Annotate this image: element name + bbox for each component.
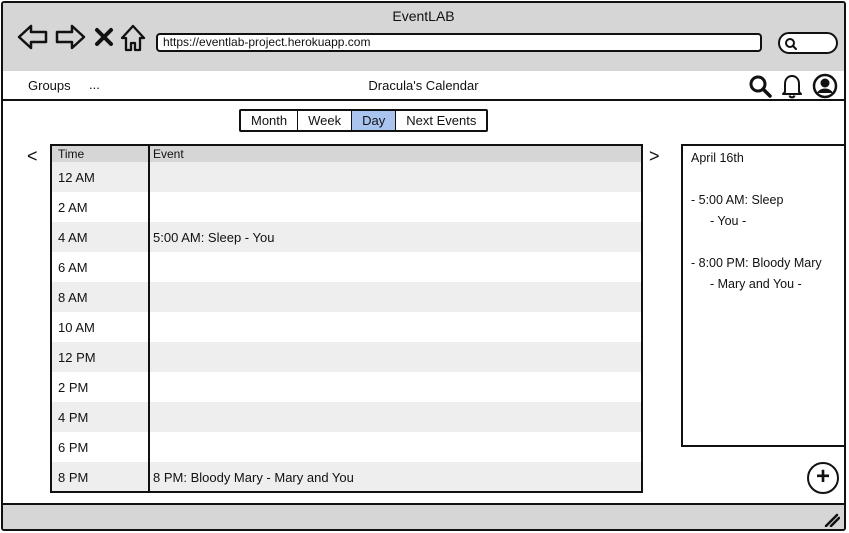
tab-next-events[interactable]: Next Events <box>396 111 487 130</box>
add-event-button[interactable]: + <box>807 462 839 494</box>
table-row[interactable]: 12 PM <box>52 342 641 372</box>
table-row[interactable]: 12 AM <box>52 162 641 192</box>
table-row[interactable]: 6 PM <box>52 432 641 462</box>
resize-grip-icon[interactable] <box>822 511 840 527</box>
user-icon[interactable] <box>812 73 838 99</box>
view-switcher: Month Week Day Next Events <box>239 109 489 132</box>
browser-titlebar: EventLAB https://eventlab-project.heroku… <box>3 3 844 73</box>
forward-arrow-icon[interactable] <box>54 24 86 50</box>
chevron-left-icon[interactable]: < <box>27 147 38 165</box>
time-cell: 12 PM <box>58 350 96 365</box>
panel-event-line[interactable]: - 5:00 AM: Sleep <box>691 193 783 207</box>
table-row[interactable]: 4 AM 5:00 AM: Sleep - You <box>52 222 641 252</box>
column-divider <box>148 146 150 491</box>
window-title: EventLAB <box>392 8 455 24</box>
column-header-time: Time <box>58 147 85 161</box>
time-cell: 4 AM <box>58 230 88 245</box>
search-icon[interactable] <box>748 74 772 98</box>
chevron-right-icon[interactable]: > <box>649 147 660 165</box>
table-row[interactable]: 4 PM <box>52 402 641 432</box>
time-cell: 8 PM <box>58 470 89 485</box>
table-row[interactable]: 10 AM <box>52 312 641 342</box>
bell-icon[interactable] <box>780 73 804 99</box>
status-bar <box>3 503 844 529</box>
column-header-event: Event <box>153 147 184 161</box>
browser-window: EventLAB https://eventlab-project.heroku… <box>1 1 846 531</box>
page-title: Dracula's Calendar <box>368 78 479 93</box>
nav-more-link[interactable]: ... <box>89 77 100 92</box>
time-cell: 10 AM <box>58 320 95 335</box>
time-cell: 2 AM <box>58 200 88 215</box>
panel-event-line[interactable]: - 8:00 PM: Bloody Mary <box>691 256 822 270</box>
home-icon[interactable] <box>120 24 146 52</box>
browser-search-field[interactable] <box>778 32 838 54</box>
search-icon <box>785 38 797 50</box>
table-header: Time Event <box>52 146 641 162</box>
tab-month[interactable]: Month <box>241 111 299 130</box>
table-row[interactable]: 6 AM <box>52 252 641 282</box>
event-cell[interactable]: 8 PM: Bloody Mary - Mary and You <box>153 470 354 485</box>
time-cell: 12 AM <box>58 170 95 185</box>
table-row[interactable]: 8 PM 8 PM: Bloody Mary - Mary and You <box>52 462 641 491</box>
day-events-panel: April 16th - 5:00 AM: Sleep - You - - 8:… <box>681 144 844 447</box>
close-icon[interactable] <box>94 27 114 47</box>
table-body: 12 AM 2 AM 4 AM 5:00 AM: Sleep - You 6 AM 8 A… <box>52 162 641 491</box>
app-navbar: Groups ... Dracula's Calendar <box>3 71 844 101</box>
time-cell: 6 PM <box>58 440 89 455</box>
time-cell: 6 AM <box>58 260 88 275</box>
tab-week[interactable]: Week <box>298 111 353 130</box>
tab-day[interactable]: Day <box>352 111 397 130</box>
table-row[interactable]: 2 AM <box>52 192 641 222</box>
nav-groups-link[interactable]: Groups <box>28 78 71 93</box>
time-cell: 8 AM <box>58 290 88 305</box>
table-row[interactable]: 8 AM <box>52 282 641 312</box>
time-cell: 4 PM <box>58 410 89 425</box>
event-cell[interactable]: 5:00 AM: Sleep - You <box>153 230 274 245</box>
url-bar[interactable]: https://eventlab-project.herokuapp.com <box>156 33 762 52</box>
back-arrow-icon[interactable] <box>17 24 49 50</box>
day-schedule-table: Time Event 12 AM 2 AM 4 AM 5:00 AM: Sleep -… <box>50 144 643 493</box>
time-cell: 2 PM <box>58 380 89 395</box>
table-row[interactable]: 2 PM <box>52 372 641 402</box>
panel-event-attendees: - Mary and You - <box>710 277 802 291</box>
panel-date: April 16th <box>691 151 744 165</box>
panel-event-attendees: - You - <box>710 214 747 228</box>
